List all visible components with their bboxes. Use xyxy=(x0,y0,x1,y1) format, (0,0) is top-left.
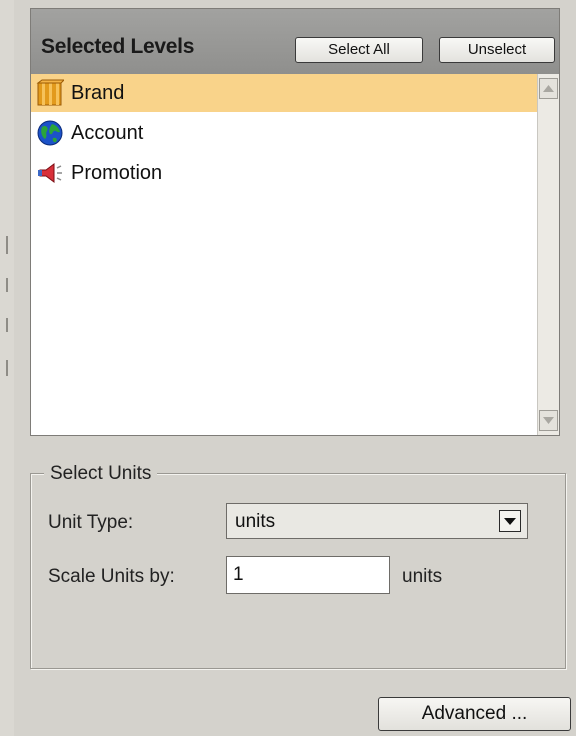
select-units-legend: Select Units xyxy=(44,463,158,485)
list-item-label: Brand xyxy=(71,81,125,104)
megaphone-icon xyxy=(35,158,65,188)
left-edge-tick xyxy=(6,318,8,332)
select-all-button[interactable]: Select All xyxy=(295,37,423,63)
brand-box-icon xyxy=(35,78,65,108)
list-item-account[interactable]: Account xyxy=(31,114,537,152)
list-item-promotion[interactable]: Promotion xyxy=(31,154,537,192)
dropdown-arrow-icon[interactable] xyxy=(499,510,521,532)
left-edge-tick xyxy=(6,360,8,376)
chevron-down-icon xyxy=(543,417,554,424)
scroll-down-button[interactable] xyxy=(539,410,558,431)
left-edge-strip xyxy=(0,0,14,736)
unit-type-label: Unit Type: xyxy=(48,512,134,533)
scale-units-suffix: units xyxy=(402,566,443,587)
list-item-label: Promotion xyxy=(71,161,163,184)
unit-type-select[interactable]: units xyxy=(226,503,528,539)
levels-list: Brand Account Promotion xyxy=(31,74,559,435)
selected-levels-box: Selected Levels Select All Unselect Bran… xyxy=(30,8,560,436)
list-item-label: Account xyxy=(71,121,144,144)
units-panel: Selected Levels Select All Unselect Bran… xyxy=(14,0,576,736)
selected-levels-title: Selected Levels xyxy=(41,35,195,58)
selected-levels-header: Selected Levels Select All Unselect xyxy=(31,9,559,74)
unit-type-value: units xyxy=(235,511,276,532)
scale-units-input[interactable] xyxy=(226,556,390,594)
list-item-brand[interactable]: Brand xyxy=(31,74,537,112)
scroll-up-button[interactable] xyxy=(539,78,558,99)
left-edge-tick xyxy=(6,236,8,254)
advanced-button[interactable]: Advanced ... xyxy=(378,697,571,731)
chevron-up-icon xyxy=(543,85,554,92)
left-edge-tick xyxy=(6,278,8,292)
levels-scrollbar[interactable] xyxy=(537,74,559,435)
globe-icon xyxy=(35,118,65,148)
scale-units-label: Scale Units by: xyxy=(48,566,175,587)
unselect-button[interactable]: Unselect xyxy=(439,37,555,63)
